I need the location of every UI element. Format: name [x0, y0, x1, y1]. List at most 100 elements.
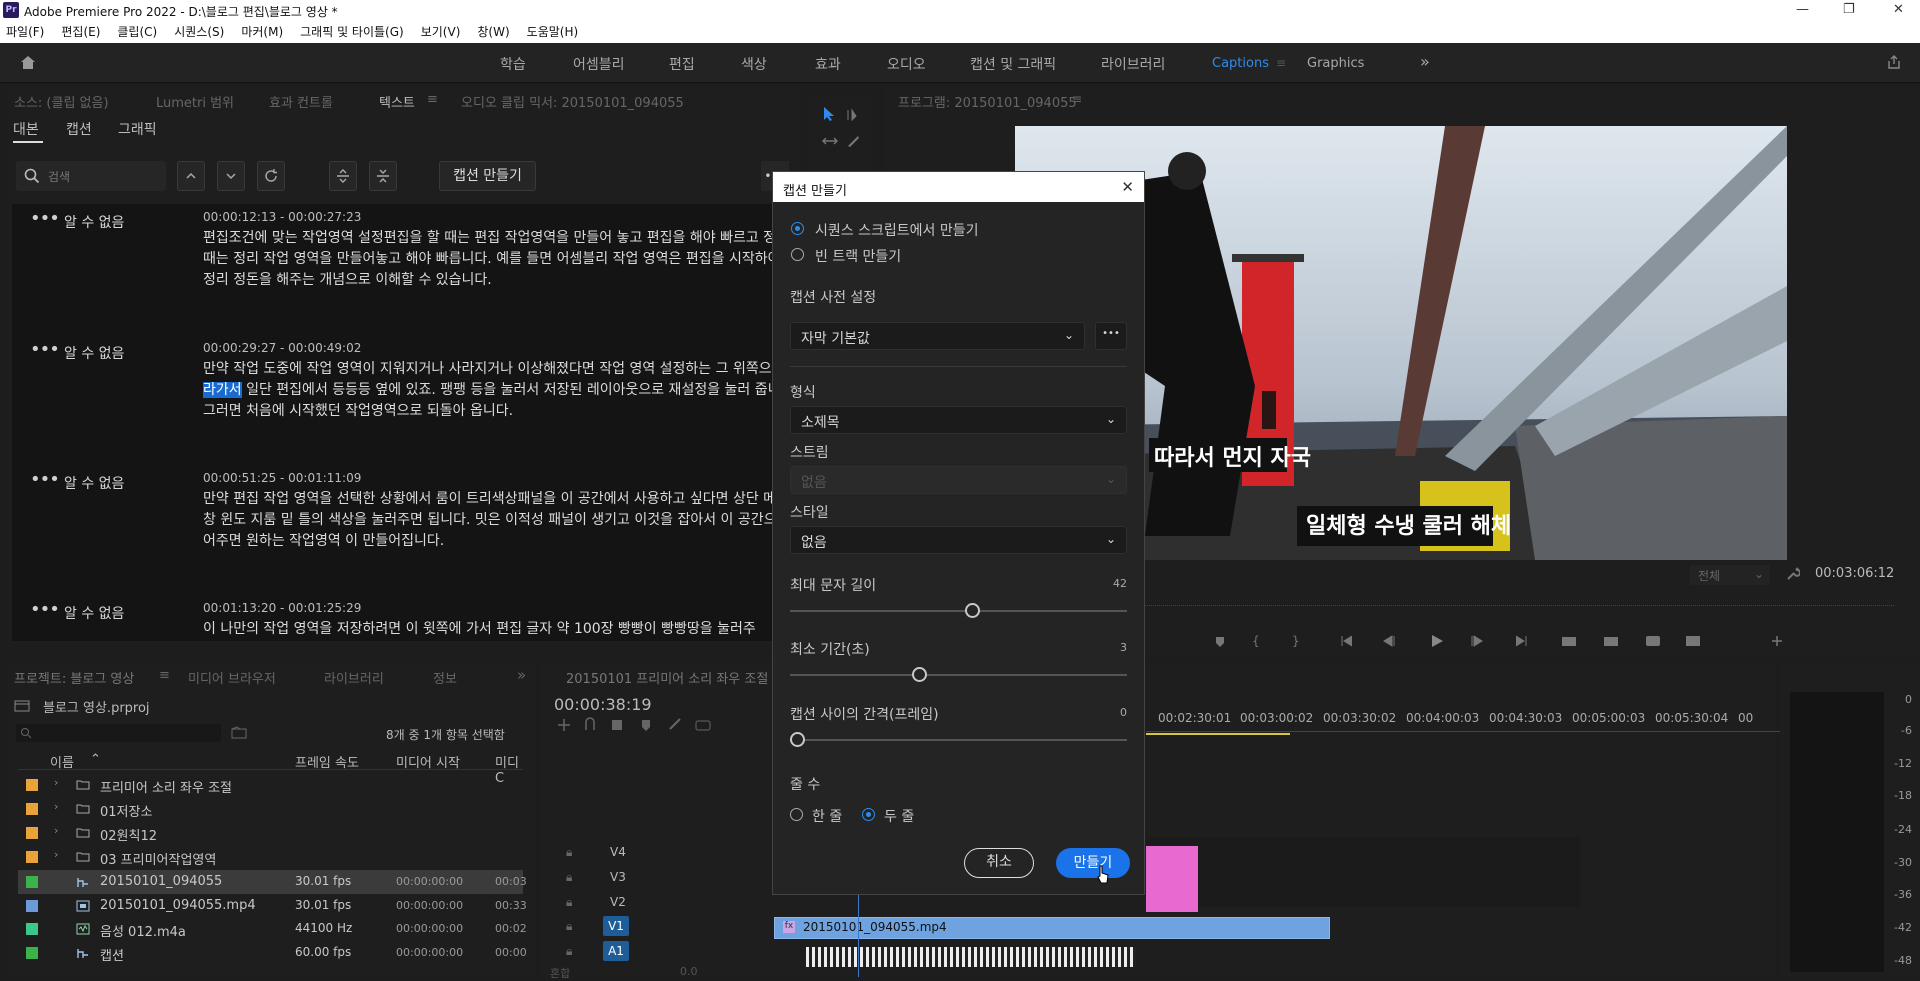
close-icon[interactable]: ✕: [1121, 178, 1134, 196]
project-row[interactable]: 20150101_094055.mp4 30.01 fps 00:00:00:0…: [18, 894, 527, 918]
speaker-label[interactable]: 알 수 없음: [64, 603, 124, 623]
speaker-label[interactable]: 알 수 없음: [64, 473, 124, 493]
workspace-edit[interactable]: 편집: [669, 54, 695, 74]
program-timecode[interactable]: 00:03:06:12: [1815, 566, 1894, 581]
tab-audio-clip-mixer[interactable]: 오디오 클립 믹서: 20150101_094055: [461, 92, 684, 111]
timeline-tab[interactable]: 20150101 프리미어 소리 좌우 조절: [566, 668, 768, 687]
project-row[interactable]: 음성 012.m4a 44100 Hz 00:00:00:00 00:02: [18, 917, 527, 941]
label-color-swatch[interactable]: [26, 851, 38, 863]
label-color-swatch[interactable]: [26, 779, 38, 791]
workspace-graphics[interactable]: Graphics: [1307, 56, 1364, 71]
track-label-v4[interactable]: V4: [610, 845, 626, 859]
preset-more-button[interactable]: •••: [1095, 322, 1127, 350]
menu-marker[interactable]: 마커(M): [241, 23, 283, 40]
track-label-a1[interactable]: A1: [603, 941, 629, 961]
search-input[interactable]: 검색: [48, 168, 70, 185]
menu-window[interactable]: 창(W): [477, 23, 509, 40]
project-row[interactable]: › 프리미어 소리 좌우 조절: [18, 773, 523, 797]
menu-graphics[interactable]: 그래픽 및 타이틀(G): [300, 23, 404, 40]
label-color-swatch[interactable]: [26, 803, 38, 815]
source-sequence-radio[interactable]: [791, 222, 804, 235]
expand-arrow-icon[interactable]: ›: [54, 800, 58, 813]
menu-help[interactable]: 도움말(H): [527, 23, 579, 40]
entry-text[interactable]: 만약 편집 작업 영역을 선택한 상황에서 룸이 트리색상패널을 이 공간에서 …: [203, 489, 796, 552]
menu-file[interactable]: 파일(F): [6, 23, 44, 40]
max-chars-knob[interactable]: [965, 603, 980, 618]
menu-edit[interactable]: 편집(E): [61, 23, 100, 40]
tab-menu-icon[interactable]: ≡: [427, 92, 438, 107]
next-result-button[interactable]: [217, 161, 245, 191]
entry-text[interactable]: 편집조건에 맞는 작업영역 설정편집을 할 때는 편집 작업영역을 만들어 놓고…: [203, 228, 796, 291]
label-color-swatch[interactable]: [26, 876, 38, 888]
tab-media-browser[interactable]: 미디어 브라우저: [188, 668, 276, 687]
project-row[interactable]: 캡션 60.00 fps 00:00:00:00 00:00: [18, 941, 527, 965]
project-row[interactable]: › 01저장소: [18, 797, 523, 821]
caption-clip[interactable]: [1146, 846, 1198, 912]
source-blank-label[interactable]: 빈 트랙 만들기: [815, 246, 901, 266]
entry-options-icon[interactable]: •••: [30, 469, 60, 490]
expand-button[interactable]: [329, 161, 357, 191]
workspace-learn[interactable]: 학습: [500, 54, 526, 74]
wrench-icon[interactable]: [1786, 567, 1800, 581]
lock-icon[interactable]: 🔒︎: [566, 944, 572, 959]
search-box[interactable]: 검색: [16, 161, 166, 191]
mix-value[interactable]: 0.0: [680, 965, 698, 978]
razor-tool-icon[interactable]: [846, 134, 860, 148]
zoom-select[interactable]: 전체 ⌄: [1690, 565, 1770, 585]
tab-menu-icon[interactable]: ≡: [1072, 92, 1082, 106]
project-row-selected[interactable]: 20150101_094055 30.01 fps 00:00:00:00 00…: [18, 870, 527, 894]
work-area-bar[interactable]: [1146, 733, 1290, 735]
project-row[interactable]: › 02원칙12: [18, 821, 523, 845]
video-tracks-area[interactable]: [1146, 837, 1580, 907]
audio-waveform[interactable]: [806, 947, 1136, 967]
expand-arrow-icon[interactable]: ›: [54, 824, 58, 837]
ripple-tool-icon[interactable]: [822, 134, 838, 148]
entry-text[interactable]: 이 나만의 작업 영역을 저장하려면 이 윗쪽에 가서 편집 글자 약 100장…: [203, 619, 796, 640]
format-select[interactable]: 소제목 ⌄: [790, 406, 1127, 434]
entry-options-icon[interactable]: •••: [30, 339, 60, 360]
cancel-button[interactable]: 취소: [964, 848, 1034, 878]
style-select[interactable]: 없음 ⌄: [790, 526, 1127, 554]
tab-effect-controls[interactable]: 효과 컨트롤: [269, 92, 333, 111]
workspace-audio[interactable]: 오디오: [887, 54, 926, 74]
workspace-captions[interactable]: Captions: [1212, 56, 1269, 71]
tab-text[interactable]: 텍스트: [379, 92, 415, 111]
preset-select[interactable]: 자막 기본값 ⌄: [790, 322, 1085, 350]
sort-ascending-icon[interactable]: ⌃: [90, 752, 101, 767]
create-captions-button[interactable]: 캡션 만들기: [439, 161, 536, 191]
workspace-color[interactable]: 색상: [741, 54, 767, 74]
source-sequence-label[interactable]: 시퀀스 스크립트에서 만들기: [815, 220, 978, 240]
selection-tool-icon[interactable]: [822, 106, 836, 122]
minimize-icon[interactable]: —: [1796, 2, 1809, 17]
program-monitor-tab[interactable]: 프로그램: 20150101_094055: [898, 92, 1077, 111]
menu-view[interactable]: 보기(V): [421, 23, 461, 40]
entry-text[interactable]: 만약 작업 도중에 작업 영역이 지워지거나 사라지거나 이상해졌다면 작업 영…: [203, 359, 796, 422]
workspace-effects[interactable]: 효과: [815, 54, 841, 74]
timeline-ruler[interactable]: 00:02:30:01 00:03:00:02 00:03:30:02 00:0…: [540, 711, 1774, 727]
gap-slider[interactable]: [790, 739, 1127, 741]
track-select-tool-icon[interactable]: [846, 108, 862, 122]
entry-options-icon[interactable]: •••: [30, 599, 60, 620]
close-icon[interactable]: ✕: [1893, 2, 1904, 17]
subtab-captions[interactable]: 캡션: [66, 119, 92, 139]
new-bin-icon[interactable]: [231, 726, 247, 739]
max-chars-slider[interactable]: [790, 610, 1127, 612]
lock-icon[interactable]: 🔒︎: [566, 895, 572, 910]
workspace-libraries[interactable]: 라이브러리: [1101, 54, 1165, 74]
lock-icon[interactable]: 🔒︎: [566, 870, 572, 885]
monitor-ruler[interactable]: [1144, 605, 1894, 606]
track-label-v1[interactable]: V1: [603, 916, 629, 936]
track-label-v3[interactable]: V3: [610, 870, 626, 884]
collapse-button[interactable]: [369, 161, 397, 191]
column-frame-rate[interactable]: 프레임 속도: [295, 752, 359, 771]
project-row[interactable]: › 03 프리미어작업영역: [18, 845, 523, 869]
gap-knob[interactable]: [790, 732, 805, 747]
home-icon[interactable]: [20, 55, 36, 70]
prev-result-button[interactable]: [177, 161, 205, 191]
tab-lumetri-scopes[interactable]: Lumetri 범위: [156, 92, 234, 111]
subtab-graphics[interactable]: 그래픽: [118, 119, 157, 139]
workspace-more-icon[interactable]: »: [1420, 52, 1430, 71]
workspace-assembly[interactable]: 어셈블리: [573, 54, 625, 74]
workspace-menu-icon[interactable]: ≡: [1276, 56, 1286, 70]
refresh-button[interactable]: [257, 161, 285, 191]
